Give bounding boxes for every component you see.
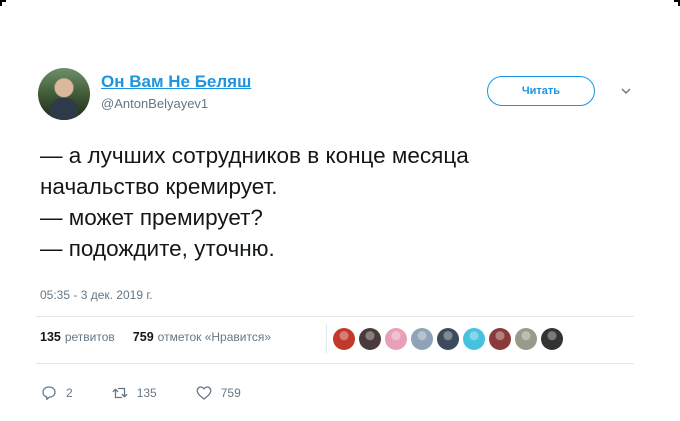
tweet-actions: 2 135 759 [40, 384, 279, 402]
retweets-label[interactable]: ретвитов [65, 330, 115, 344]
retweets-count[interactable]: 135 [40, 330, 61, 344]
stats-separator [326, 324, 327, 354]
tweet-text-line: — может премирует? [40, 205, 263, 230]
reply-count: 2 [66, 386, 73, 400]
liker-avatar[interactable] [437, 328, 459, 350]
author-display-name[interactable]: Он Вам Не Беляш [101, 72, 251, 92]
chevron-down-icon[interactable] [621, 86, 631, 96]
tweet-text-line: — а лучших сотрудников в конце месяца [40, 143, 469, 168]
liker-avatars [333, 328, 563, 350]
liker-avatar[interactable] [385, 328, 407, 350]
retweet-icon[interactable] [111, 384, 129, 402]
retweet-count: 135 [136, 386, 157, 400]
liker-avatar[interactable] [541, 328, 563, 350]
author-avatar[interactable] [38, 68, 90, 120]
liker-avatar[interactable] [359, 328, 381, 350]
author-handle[interactable]: @AntonBelyayev1 [101, 96, 208, 111]
like-count: 759 [220, 386, 241, 400]
likes-label[interactable]: отметок «Нравится» [158, 330, 271, 344]
liker-avatar[interactable] [515, 328, 537, 350]
liker-avatar[interactable] [333, 328, 355, 350]
tweet-text-line: — подождите, уточню. [40, 236, 275, 261]
heart-icon[interactable] [195, 384, 213, 402]
tweet-text: — а лучших сотрудников в конце месяца на… [40, 140, 469, 264]
tweet-text-line: начальство кремирует. [40, 174, 278, 199]
liker-avatar[interactable] [463, 328, 485, 350]
tweet-stats: 135 ретвитов 759 отметок «Нравится» [40, 330, 271, 344]
corner-mark-left [0, 0, 6, 6]
retweet-action[interactable]: 135 [111, 384, 157, 402]
like-action[interactable]: 759 [195, 384, 241, 402]
corner-mark-right [674, 0, 680, 6]
likes-count[interactable]: 759 [133, 330, 154, 344]
reply-action[interactable]: 2 [40, 384, 73, 402]
follow-button[interactable]: Читать [487, 76, 595, 106]
divider [36, 363, 634, 364]
divider [36, 316, 634, 317]
liker-avatar[interactable] [489, 328, 511, 350]
tweet-timestamp[interactable]: 05:35 - 3 дек. 2019 г. [40, 288, 153, 302]
liker-avatar[interactable] [411, 328, 433, 350]
reply-icon[interactable] [40, 384, 58, 402]
